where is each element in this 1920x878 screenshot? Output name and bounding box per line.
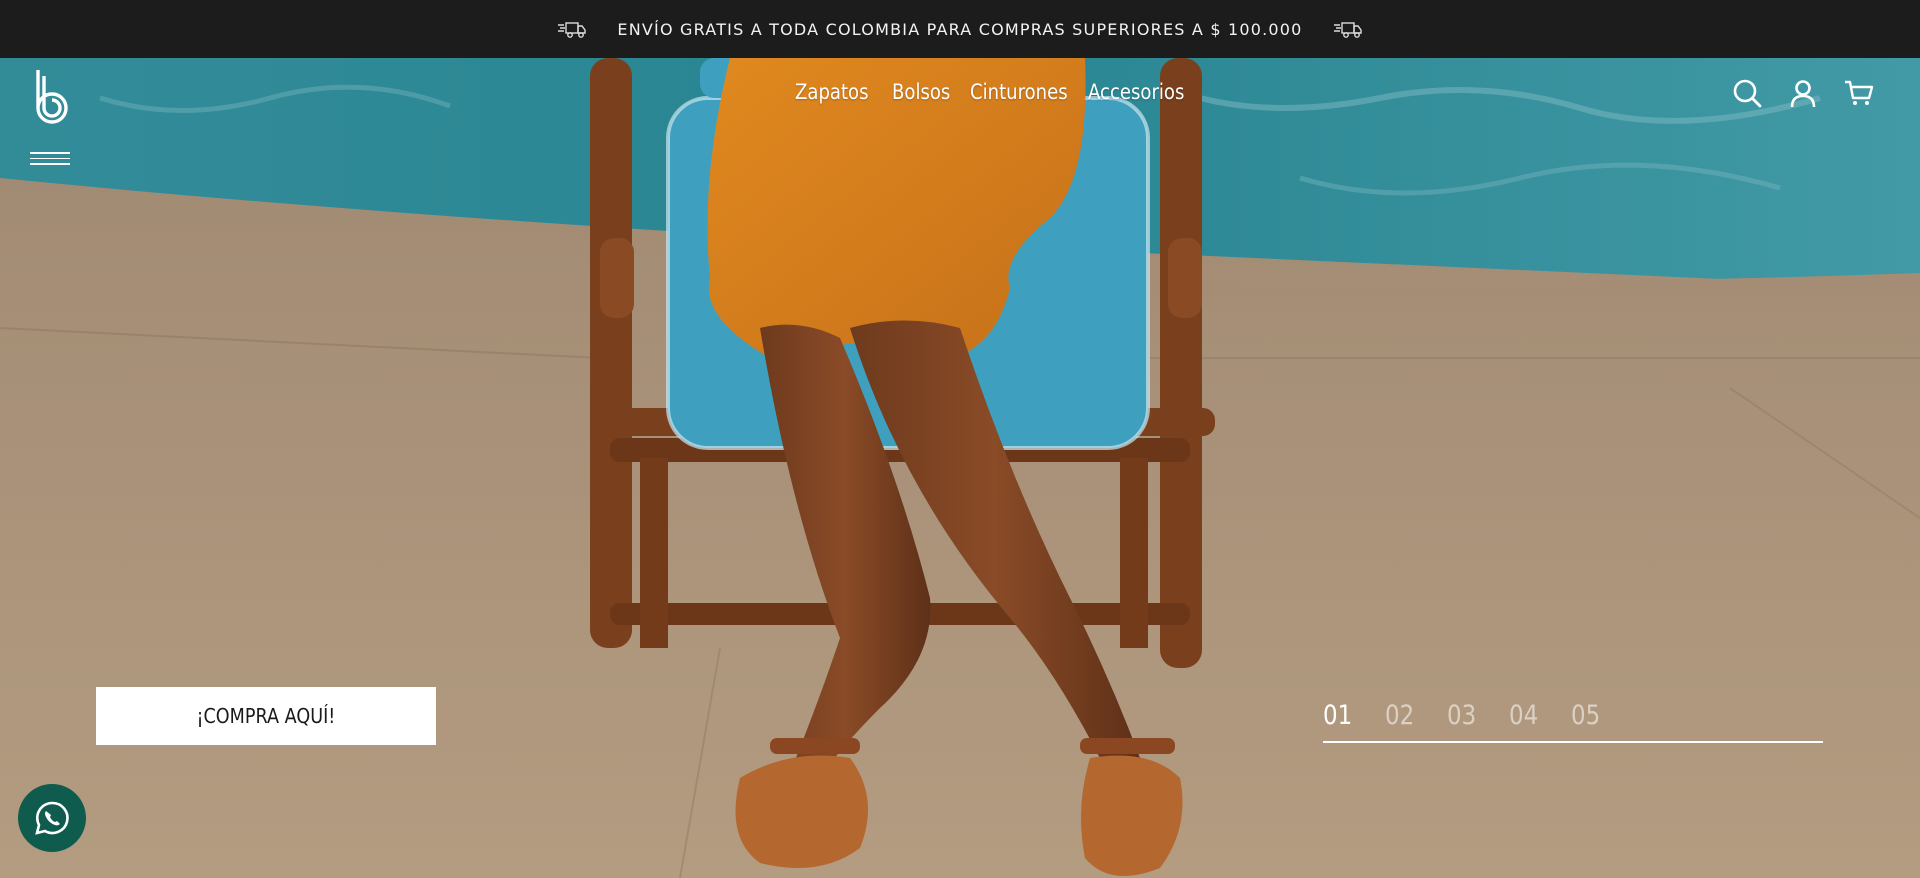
slide-dot-05[interactable]: 05	[1571, 700, 1605, 731]
hamburger-menu-icon[interactable]	[30, 148, 70, 168]
announcement-text: ENVÍO GRATIS A TODA COLOMBIA PARA COMPRA…	[617, 19, 1303, 39]
slide-dot-03[interactable]: 03	[1447, 700, 1481, 731]
shop-now-button[interactable]: ¡COMPRA AQUÍ!	[96, 687, 436, 745]
slide-dot-01[interactable]: 01	[1323, 700, 1357, 731]
header-utilities	[1732, 78, 1874, 108]
user-icon[interactable]	[1788, 78, 1818, 108]
whatsapp-icon	[35, 801, 69, 835]
nav-item-accesorios[interactable]: Accesorios	[1088, 80, 1184, 104]
nav-item-zapatos[interactable]: Zapatos	[795, 80, 869, 104]
hero-banner	[0, 58, 1920, 878]
nav-item-cinturones[interactable]: Cinturones	[970, 80, 1068, 104]
shop-now-label: ¡COMPRA AQUÍ!	[196, 704, 336, 728]
hero-image	[0, 58, 1920, 878]
announcement-bar: ENVÍO GRATIS A TODA COLOMBIA PARA COMPRA…	[0, 0, 1920, 58]
whatsapp-button[interactable]	[18, 784, 86, 852]
slide-pagination: 01 02 03 04 05	[1323, 700, 1823, 743]
truck-icon	[558, 22, 587, 38]
truck-icon	[1333, 22, 1362, 38]
slide-dot-04[interactable]: 04	[1509, 700, 1543, 731]
slide-progress-line	[1323, 741, 1823, 743]
brand-logo[interactable]	[30, 68, 74, 126]
cart-icon[interactable]	[1844, 78, 1874, 108]
main-navigation: Zapatos Bolsos Cinturones Accesorios	[795, 80, 1200, 104]
slide-dot-02[interactable]: 02	[1385, 700, 1419, 731]
search-icon[interactable]	[1732, 78, 1762, 108]
nav-item-bolsos[interactable]: Bolsos	[892, 80, 950, 104]
